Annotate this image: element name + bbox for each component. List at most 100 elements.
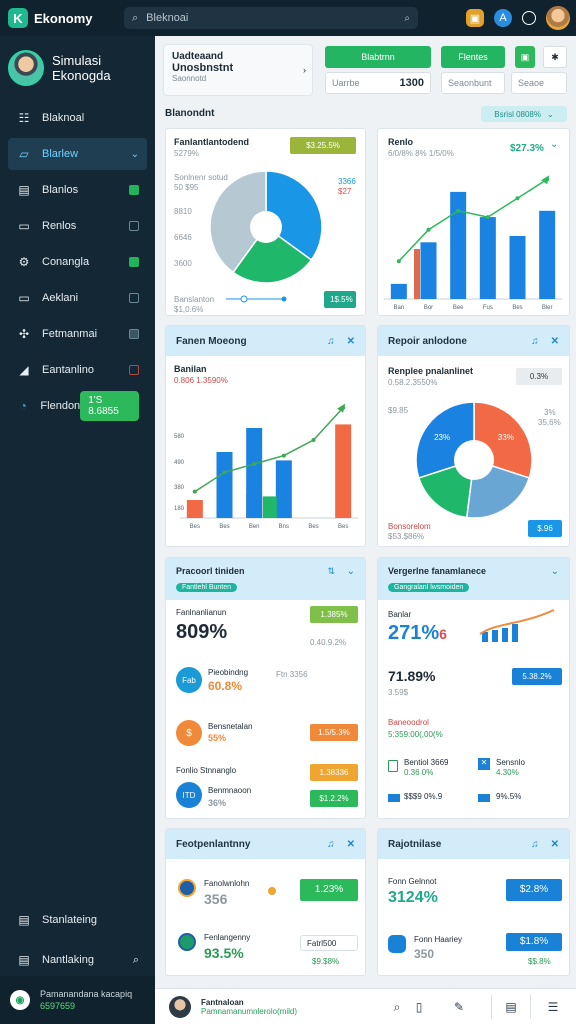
inbox-icon[interactable]: ▤ — [491, 995, 531, 1019]
close-icon[interactable]: ✕ — [551, 839, 559, 850]
stat-value: 60.8% — [208, 679, 243, 693]
bar — [262, 496, 277, 518]
bar — [390, 283, 407, 299]
stat-note: Ftn 3356 — [276, 670, 308, 679]
status-checkbox[interactable] — [129, 293, 139, 303]
y-tick-label: 180 — [174, 506, 185, 512]
section-title: Blanondnt — [165, 108, 215, 119]
briefcase-icon: ▤ — [18, 183, 30, 197]
stat-value: 271% — [388, 622, 440, 644]
bar — [479, 217, 496, 299]
settings-icon[interactable]: ✱ — [543, 46, 567, 68]
chevron-down-icon[interactable]: ⌄ — [347, 566, 355, 577]
sidebar-item-fetmanmai[interactable]: ✣ Fetmanmai — [8, 318, 147, 350]
x-tick-label: Bes — [512, 305, 522, 311]
sidebar-item-label: Stanlateing — [42, 914, 98, 926]
x-tick-label: Bee — [453, 305, 464, 311]
info-box-2: Seaoe — [511, 72, 567, 94]
stat-label-2: 9%.5% — [496, 792, 522, 801]
header-line1: Uadteaand — [172, 51, 224, 62]
value-chip: 1.385% — [310, 606, 358, 623]
stat-label: Banlar — [388, 610, 412, 619]
stat-icon: $ — [176, 720, 202, 746]
stat-sub: 0.36 0% — [404, 768, 434, 777]
header-pill: Fantlehl Bunten — [176, 583, 238, 592]
chevron-down-icon[interactable]: ⌄ — [551, 566, 559, 577]
value-chip: 1$.5% — [324, 291, 356, 308]
value-chip: $.96 — [528, 520, 562, 537]
status-checkbox[interactable] — [129, 185, 139, 195]
value-note: $$.8% — [528, 957, 551, 966]
status-checkbox[interactable] — [129, 365, 139, 375]
sidebar-user[interactable]: Simulasi Ekonogda — [0, 36, 155, 96]
header-card: Uadteaand Unosbnstnt Saonnotd › — [163, 44, 313, 96]
user-avatar[interactable] — [546, 6, 570, 30]
camera-icon — [388, 935, 406, 953]
sidebar-item-renlos[interactable]: ▭ Renlos — [8, 210, 147, 242]
sidebar-item-label: Blarlew — [42, 148, 79, 160]
stat-value: 3124% — [388, 889, 438, 906]
stat-value: 356 — [204, 891, 228, 907]
status-checkbox[interactable] — [129, 257, 139, 267]
stat-label: Baneoodrol — [388, 718, 429, 727]
filter-button[interactable]: Flentes — [441, 46, 505, 68]
app-logo[interactable]: K Ekonomy — [8, 8, 116, 28]
avatar[interactable] — [169, 995, 191, 1018]
sidebar-item-stanlateing[interactable]: ▤ Stanlateing — [8, 904, 147, 936]
amount-field[interactable]: Uarrbe 1300 — [325, 72, 431, 94]
sidebar-item-blaknoal[interactable]: ☷ Blaknoal — [8, 102, 147, 134]
slice-label: 33% — [498, 433, 514, 442]
card-icon — [478, 794, 490, 802]
pen-icon[interactable]: ✎ — [445, 995, 473, 1019]
sidebar-item-blanlos[interactable]: ▤ Blanlos — [8, 174, 147, 206]
copy-icon[interactable]: ▯ — [405, 995, 433, 1019]
stat-icon: ITD — [176, 782, 202, 808]
sidebar-item-aeklani[interactable]: ▭ Aeklani — [8, 282, 147, 314]
footprint-card: Feotpenlantnny ♫ ✕ Fanolwnlohn 356 1.23% F… — [165, 828, 366, 976]
sidebar-item-blarlew[interactable]: ▱ Blarlew ⌄ — [8, 138, 147, 170]
stat-sub: 5:359:00(,00(% — [388, 730, 443, 739]
sidebar-item-eantanlino[interactable]: ◢ Eantanlino — [8, 354, 147, 386]
stat-label: Fanlnanlianun — [176, 608, 227, 617]
megaphone-icon: ◢ — [19, 363, 29, 377]
badge-icon[interactable]: ▣ — [466, 9, 484, 27]
grid-icon[interactable]: ▣ — [515, 46, 535, 68]
sidebar-item-conangla[interactable]: ⚙ Conangla — [8, 246, 147, 278]
shield-icon — [178, 933, 196, 951]
status-checkbox[interactable] — [129, 329, 139, 339]
section-pill[interactable]: Bsrisl 0808% ⌄ — [481, 106, 567, 122]
status-checkbox[interactable] — [129, 221, 139, 231]
sidebar-footer[interactable]: ◉ Pamanandana kacapiq 6597659 — [0, 976, 155, 1024]
chevron-down-icon: ⌄ — [130, 148, 139, 160]
trend-bar — [492, 630, 498, 642]
sheet-icon — [388, 760, 398, 772]
card-footer-value: $53.$86% — [388, 532, 425, 541]
amount-label: Uarrbe — [332, 78, 360, 88]
chat-icon[interactable] — [522, 11, 536, 25]
sidebar-item-nantlaking[interactable]: ▤ Nantlaking ⌕ — [8, 944, 147, 976]
header-line2: Unosbnstnt — [172, 62, 234, 74]
tools-icon: ✕ — [478, 758, 490, 770]
value-chip: $1.8% — [506, 933, 562, 951]
x-tick-label: Ban — [393, 305, 404, 311]
music-icon[interactable]: ♫ — [327, 839, 335, 850]
menu-icon[interactable]: ☰ — [539, 995, 567, 1019]
sidebar-item-flendon[interactable]: ◔ Flendon 1'S 8.6855 — [8, 390, 147, 422]
search-icon[interactable]: ⌕ — [133, 954, 139, 967]
sort-icon[interactable]: ⇅ — [327, 566, 335, 577]
a-icon[interactable]: A — [494, 9, 512, 27]
music-icon[interactable]: ♫ — [531, 839, 539, 850]
sidebar: Simulasi Ekonogda ☷ Blaknoal ▱ Blarlew ⌄… — [0, 36, 155, 1024]
search-clear-icon[interactable]: ⌕ — [404, 13, 410, 24]
search-input[interactable]: ⌕ Bleknoai ⌕ — [124, 7, 418, 29]
stat-label: Fonlio Stnnanglo — [176, 766, 237, 775]
stat-label: $$$9 0%.9 — [404, 792, 443, 801]
stat-value: 809% — [176, 621, 228, 643]
x-tick-label: Bor — [424, 305, 433, 311]
trend-point — [485, 215, 490, 220]
primary-button[interactable]: Blabtrnn — [325, 46, 431, 68]
card-head-title: Rajotnilase — [388, 838, 442, 850]
close-icon[interactable]: ✕ — [347, 839, 355, 850]
trend-bar — [502, 628, 508, 642]
small-input[interactable]: Fatrl500 — [300, 935, 358, 951]
